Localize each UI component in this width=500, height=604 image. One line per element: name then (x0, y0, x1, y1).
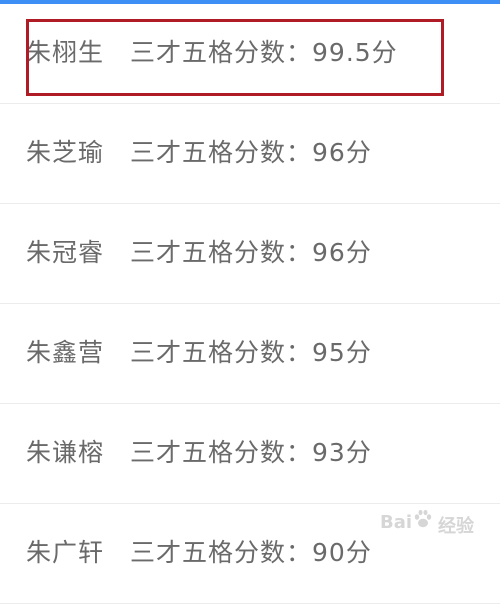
list-item[interactable]: 朱芝瑜 三才五格分数：96分 (0, 104, 500, 204)
list-item[interactable]: 朱谦榕 三才五格分数：93分 (0, 404, 500, 504)
row-text: 朱芝瑜 三才五格分数：96分 (26, 138, 372, 168)
row-text: 朱谦榕 三才五格分数：93分 (26, 438, 372, 468)
score-label: 三才五格分数： (130, 438, 313, 467)
score-value: 96分 (312, 238, 372, 267)
watermark-text-right: 经验 (438, 516, 474, 537)
score-label: 三才五格分数： (130, 338, 313, 367)
baidu-jingyan-watermark: Bai 经验 (380, 506, 496, 540)
watermark-text-left: Bai (380, 512, 413, 533)
score-value: 99.5分 (312, 38, 398, 67)
score-value: 95分 (312, 338, 372, 367)
row-text: 朱广轩 三才五格分数：90分 (26, 538, 372, 568)
name-text: 朱芝瑜 (26, 138, 105, 167)
score-value: 90分 (312, 538, 372, 567)
score-label: 三才五格分数： (130, 38, 313, 67)
score-value: 96分 (312, 138, 372, 167)
paw-icon (414, 509, 432, 528)
list-item[interactable]: 朱冠睿 三才五格分数：96分 (0, 204, 500, 304)
name-text: 朱冠睿 (26, 238, 105, 267)
name-text: 朱广轩 (26, 538, 105, 567)
row-text: 朱鑫营 三才五格分数：95分 (26, 338, 372, 368)
name-text: 朱谦榕 (26, 438, 105, 467)
name-text: 朱鑫营 (26, 338, 105, 367)
score-label: 三才五格分数： (130, 138, 313, 167)
name-text: 朱栩生 (26, 38, 105, 67)
list-item[interactable]: 朱鑫营 三才五格分数：95分 (0, 304, 500, 404)
score-label: 三才五格分数： (130, 238, 313, 267)
row-text: 朱冠睿 三才五格分数：96分 (26, 238, 372, 268)
row-text: 朱栩生 三才五格分数：99.5分 (26, 38, 398, 68)
list-item[interactable]: 朱栩生 三才五格分数：99.5分 (0, 4, 500, 104)
score-value: 93分 (312, 438, 372, 467)
score-label: 三才五格分数： (130, 538, 313, 567)
